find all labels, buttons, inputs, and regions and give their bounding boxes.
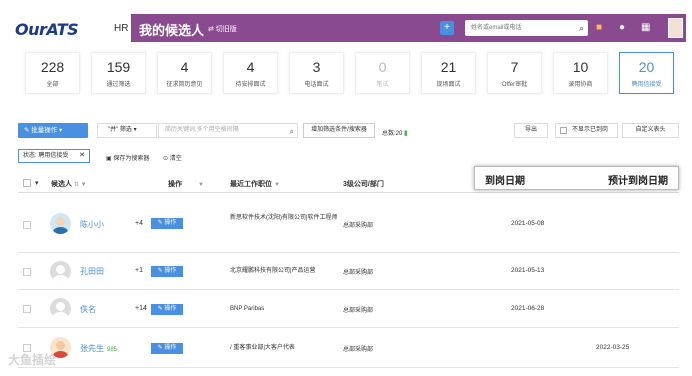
user-avatar[interactable]	[668, 18, 683, 38]
col-expected-arrival-date[interactable]: 预计到岗日期	[608, 172, 668, 187]
clear-button[interactable]: ⊙ 清空	[163, 153, 182, 162]
chart-icon[interactable]: ▮	[404, 130, 408, 137]
col-candidate[interactable]: 候选人 ⇅ ▼	[51, 179, 87, 189]
keyword-search-input[interactable]: 简历关键词,多个用空格间隔 ⌕	[158, 123, 298, 138]
stat-card-written-test[interactable]: 0 笔试	[355, 52, 410, 94]
department: 总部采购部	[343, 347, 374, 353]
col-arrival-date[interactable]: 到岗日期	[485, 172, 525, 187]
arrival-date: 2021-06-28	[511, 305, 545, 312]
arrival-date: 2021-05-13	[511, 267, 545, 274]
page-title: 我的候选人	[139, 24, 205, 39]
stat-card-offer-accepted[interactable]: 20 聘用信接受	[619, 52, 674, 94]
row-action-button[interactable]: ✎ 操作	[151, 304, 183, 315]
stat-card-hire-negotiation[interactable]: 10 录用协商	[553, 52, 608, 94]
department: 总部采购部	[343, 308, 374, 314]
expected-arrival-date: 2022-03-25	[596, 344, 630, 351]
table-row[interactable]: 张先生 985 ✎ 操作 / 重客事业部|大客户代表 总部采购部 2022-03-…	[18, 328, 679, 368]
candidate-name[interactable]: 张先生 985	[80, 343, 117, 354]
filter-mode-select[interactable]: "并" 筛选 ▾	[97, 123, 157, 138]
row-checkbox[interactable]	[23, 268, 31, 276]
stat-card-all[interactable]: 228 全部	[25, 52, 80, 94]
header-bar: 我的候选人 ⇄ 切旧版 + ⌕ ■ ● ▦	[131, 14, 686, 42]
row-action-button[interactable]: ✎ 操作	[151, 343, 183, 354]
col-action: 操作 ▼	[168, 181, 204, 188]
date-columns-highlight: 到岗日期 预计到岗日期	[474, 166, 679, 190]
row-checkbox[interactable]	[23, 305, 31, 313]
hr-label: HR	[114, 23, 129, 34]
table-row[interactable]: 陈小小 +4 ✎ 操作 新思软件技术(沈阳)有限公司|软件工程师 总部采购部 2…	[18, 195, 679, 253]
candidate-name[interactable]: 佚名	[80, 304, 96, 315]
checkbox[interactable]	[560, 127, 567, 134]
related-count: +1	[135, 267, 143, 274]
arrival-date: 2021-05-08	[511, 220, 545, 227]
top-bar: OurATS HR 我的候选人 ⇄ 切旧版 + ⌕ ■ ● ▦	[0, 0, 692, 42]
candidate-name[interactable]: 陈小小	[80, 219, 104, 230]
select-all-checkbox[interactable]	[23, 179, 31, 187]
stat-card-onsite-interview[interactable]: 21 现场面试	[421, 52, 476, 94]
department: 总部采购部	[343, 223, 374, 229]
related-count: +4	[135, 220, 143, 227]
logo[interactable]: OurATS	[15, 20, 79, 39]
col-dept: 3级公司/部门	[343, 181, 384, 188]
related-count: +14	[135, 305, 147, 312]
table-row[interactable]: 佚名 +14 ✎ 操作 BNP Paribas 总部采购部 2021-06-28	[18, 290, 679, 328]
table-row[interactable]: 孔田田 +1 ✎ 操作 北京耀鹏科技有限公司|产品运营 总部采购部 2021-0…	[18, 253, 679, 290]
stat-card-pending-interview[interactable]: 4 待安排面试	[223, 52, 278, 94]
global-search: ⌕	[465, 20, 588, 36]
export-button[interactable]: 导出	[514, 123, 548, 138]
row-action-button[interactable]: ✎ 操作	[151, 218, 183, 229]
row-action-button[interactable]: ✎ 操作	[151, 266, 183, 277]
last-job: 北京耀鹏科技有限公司|产品运营	[230, 268, 316, 274]
department: 总部采购部	[343, 270, 374, 276]
calendar-icon[interactable]: ▦	[641, 22, 650, 33]
total-count: 总数:20 ▮	[382, 130, 408, 137]
chat-icon[interactable]: ●	[619, 22, 625, 33]
search-icon[interactable]: ⌕	[290, 125, 294, 138]
gift-icon[interactable]: ■	[596, 22, 602, 33]
filter-tag: 状态: 聘用信接受 ✕	[18, 149, 90, 163]
last-job: / 重客事业部|大客户代表	[230, 345, 295, 351]
status-summary: 228 全部 159 通过筛选 4 征求简历意见 4 待安排面试 3 电话面试 …	[18, 50, 680, 95]
save-search-button[interactable]: ▣ 保存为搜索器	[106, 153, 149, 162]
hide-joined-toggle[interactable]: 不显示已到岗	[555, 123, 618, 138]
avatar[interactable]	[50, 298, 71, 319]
last-job: 新思软件技术(沈阳)有限公司|软件工程师	[230, 215, 338, 221]
add-button[interactable]: +	[440, 21, 454, 35]
col-last-job[interactable]: 最近工作职位 ▼	[230, 179, 280, 189]
avatar[interactable]	[50, 261, 71, 282]
global-search-input[interactable]	[465, 20, 565, 36]
stat-card-offer-approval[interactable]: 7 Offer审批	[487, 52, 542, 94]
stat-card-phone-interview[interactable]: 3 电话面试	[289, 52, 344, 94]
school-tag: 985	[107, 347, 118, 353]
switch-version-link[interactable]: ⇄ 切旧版	[208, 24, 237, 34]
select-dropdown-icon[interactable]: ▾	[35, 179, 39, 187]
watermark: 大鱼插绘	[8, 353, 57, 367]
stat-card-passed[interactable]: 159 通过筛选	[91, 52, 146, 94]
avatar[interactable]	[50, 213, 71, 234]
last-job: BNP Paribas	[230, 306, 265, 312]
stat-card-resume-opinion[interactable]: 4 征求简历意见	[157, 52, 212, 94]
custom-columns-button[interactable]: 自定义表头	[622, 123, 679, 138]
search-icon[interactable]: ⌕	[579, 23, 584, 34]
row-checkbox[interactable]	[23, 221, 31, 229]
bulk-action-button[interactable]: ✎ 批量操作 ▾	[18, 123, 88, 138]
close-icon[interactable]: ✕	[79, 150, 85, 162]
candidate-name[interactable]: 孔田田	[80, 266, 104, 277]
add-condition-button[interactable]: 增加筛选条件/搜索器	[303, 123, 375, 138]
